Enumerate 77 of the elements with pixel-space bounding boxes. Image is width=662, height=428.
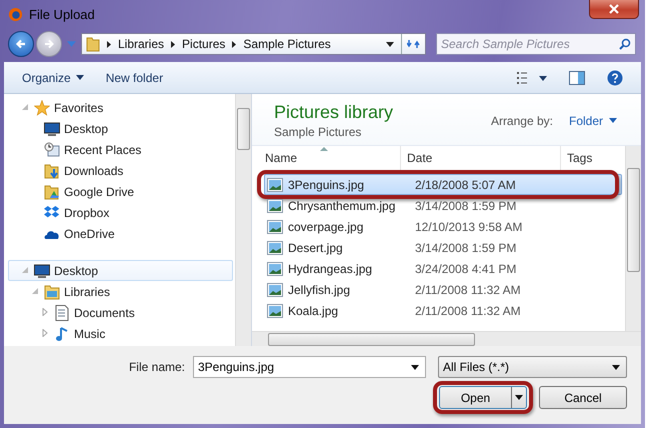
open-button[interactable]: Open: [439, 386, 527, 409]
search-icon: [619, 38, 631, 50]
scrollbar[interactable]: [235, 94, 251, 346]
file-row[interactable]: Hydrangeas.jpg 3/24/2008 4:41 PM: [264, 258, 622, 279]
chevron-icon: [107, 40, 111, 48]
image-file-icon: [267, 282, 283, 296]
drive-folder-icon: [44, 184, 60, 200]
close-button[interactable]: [589, 0, 639, 19]
caret-icon: [76, 75, 84, 80]
left-arrow-icon: [15, 38, 27, 50]
organize-button[interactable]: Organize: [16, 68, 90, 88]
file-row[interactable]: Desert.jpg 3/14/2008 1:59 PM: [264, 237, 622, 258]
file-name-field[interactable]: 3Penguins.jpg: [193, 356, 426, 378]
breadcrumb[interactable]: Libraries: [118, 37, 164, 51]
back-button[interactable]: [8, 31, 34, 57]
folder-icon: [86, 36, 100, 52]
caret-icon: [609, 118, 617, 123]
star-icon: [34, 100, 50, 116]
scrollbar[interactable]: [625, 146, 641, 331]
file-row[interactable]: coverpage.jpg 12/10/2013 9:58 AM: [264, 216, 622, 237]
image-file-icon: [267, 240, 283, 254]
nav-tree-item[interactable]: Downloads: [8, 160, 233, 181]
window-title: File Upload: [29, 7, 95, 22]
help-icon: [607, 70, 623, 86]
download-folder-icon: [44, 162, 60, 178]
caret-icon: [515, 395, 523, 400]
nav-tree-item[interactable]: Favorites: [8, 97, 233, 118]
right-arrow-icon: [43, 38, 55, 50]
new-folder-button[interactable]: New folder: [100, 68, 170, 88]
monitor-icon: [44, 120, 60, 136]
image-file-icon: [267, 304, 283, 318]
library-subtitle: Sample Pictures: [274, 125, 362, 139]
nav-tree-item[interactable]: Dropbox: [8, 202, 233, 223]
refresh-icon: [406, 38, 420, 50]
image-file-icon: [267, 178, 283, 192]
file-type-dropdown[interactable]: All Files (*.*): [438, 356, 627, 378]
nav-tree-item[interactable]: Recent Places: [8, 139, 233, 160]
cancel-button[interactable]: Cancel: [539, 386, 627, 409]
chevron-icon: [171, 40, 176, 48]
sort-arrow-icon: [320, 147, 328, 151]
file-row[interactable]: Chrysanthemum.jpg 3/14/2008 1:59 PM: [264, 195, 622, 216]
library-title: Pictures library: [274, 102, 394, 123]
file-row[interactable]: Koala.jpg 2/11/2008 11:32 AM: [264, 300, 622, 321]
search-field[interactable]: Search Sample Pictures: [436, 33, 636, 55]
nav-tree-item[interactable]: Google Drive: [8, 181, 233, 202]
file-name-label: File name:: [128, 360, 185, 374]
image-file-icon: [267, 220, 283, 234]
nav-tree-item[interactable]: Desktop: [8, 260, 233, 281]
file-row[interactable]: Jellyfish.jpg 2/11/2008 11:32 AM: [264, 279, 622, 300]
chevron-icon: [232, 40, 236, 48]
monitor-icon: [34, 262, 50, 278]
open-box-icon: [44, 204, 60, 220]
address-bar[interactable]: Libraries Pictures Sample Pictures: [81, 33, 426, 55]
close-icon: [609, 4, 619, 14]
arrange-label: Arrange by:: [490, 114, 553, 128]
breadcrumb[interactable]: Sample Pictures: [243, 37, 331, 51]
image-file-icon: [267, 198, 283, 212]
library-folder-icon: [44, 284, 60, 300]
breadcrumb[interactable]: Pictures: [182, 37, 226, 51]
caret-icon[interactable]: [386, 42, 394, 46]
nav-tree-item[interactable]: Desktop: [8, 118, 233, 139]
horizontal-scrollbar[interactable]: [252, 331, 641, 346]
pane-icon: [569, 70, 585, 84]
image-file-icon: [267, 262, 283, 276]
nav-tree-item[interactable]: Music: [8, 323, 233, 344]
list-view-icon: [517, 72, 547, 84]
music-note-icon: [54, 326, 70, 342]
arrange-dropdown[interactable]: Folder: [568, 114, 617, 128]
dropdown-arrow-icon[interactable]: [411, 365, 419, 370]
browser-logo-icon: [8, 7, 23, 22]
clock-window-icon: [44, 142, 60, 158]
nav-tree-item[interactable]: Documents: [8, 302, 233, 323]
caret-icon: [612, 364, 620, 370]
forward-button[interactable]: [36, 31, 62, 57]
nav-tree-item[interactable]: Libraries: [8, 281, 233, 302]
nav-tree-item[interactable]: OneDrive: [8, 223, 233, 244]
document-icon: [54, 304, 70, 320]
